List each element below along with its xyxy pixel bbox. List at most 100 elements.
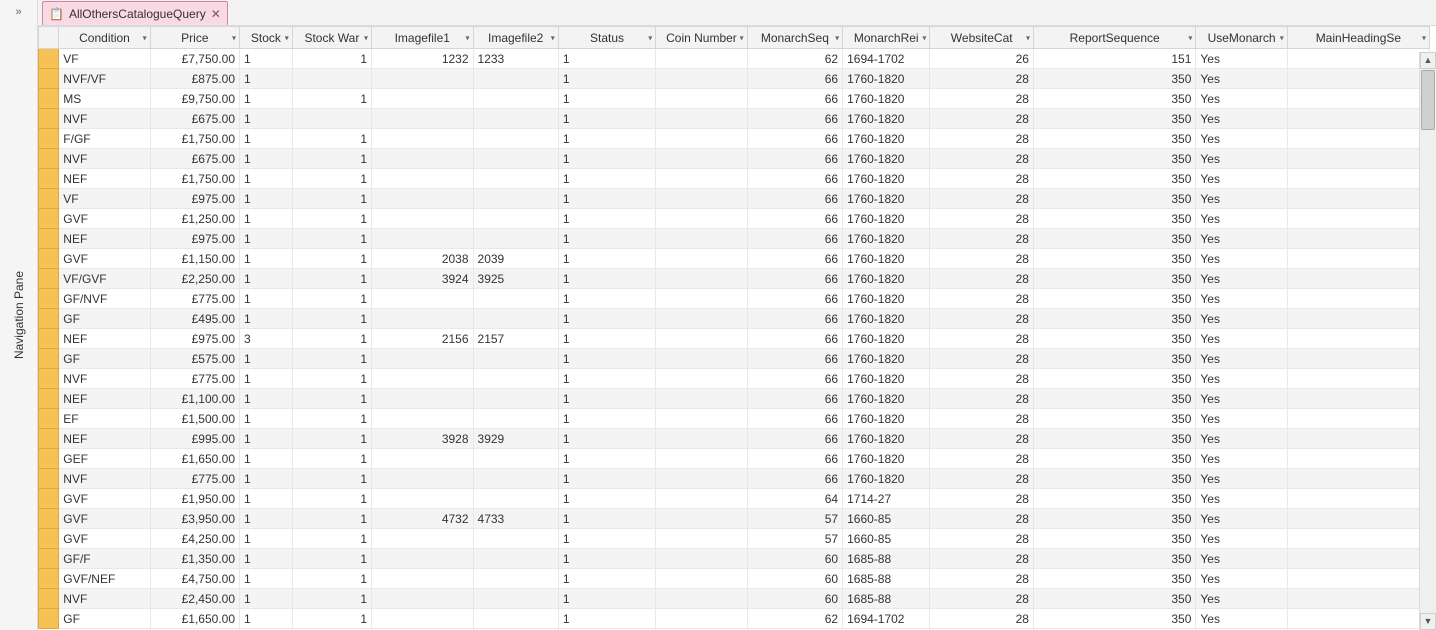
cell[interactable] xyxy=(292,69,371,89)
row-selector[interactable] xyxy=(39,149,59,169)
cell[interactable]: 350 xyxy=(1033,569,1195,589)
tab-allotherscataloguequery[interactable]: 📋 AllOthersCatalogueQuery ✕ xyxy=(42,1,228,25)
cell[interactable] xyxy=(372,69,474,89)
cell[interactable]: Yes xyxy=(1196,89,1287,109)
cell[interactable] xyxy=(1287,109,1429,129)
cell[interactable] xyxy=(473,109,558,129)
cell[interactable] xyxy=(656,589,747,609)
cell[interactable] xyxy=(1287,309,1429,329)
cell[interactable] xyxy=(372,209,474,229)
cell[interactable] xyxy=(656,209,747,229)
cell[interactable] xyxy=(656,109,747,129)
cell[interactable]: 1 xyxy=(558,389,655,409)
cell[interactable]: 1 xyxy=(292,529,371,549)
cell[interactable]: NEF xyxy=(59,429,150,449)
row-selector[interactable] xyxy=(39,469,59,489)
cell[interactable]: Yes xyxy=(1196,489,1287,509)
column-header[interactable]: Status▾ xyxy=(558,27,655,49)
table-row[interactable]: NEF£1,100.00111661760-182028350Yes xyxy=(39,389,1430,409)
cell[interactable]: 1 xyxy=(292,409,371,429)
cell[interactable] xyxy=(1287,169,1429,189)
column-header[interactable]: Condition▾ xyxy=(59,27,150,49)
cell[interactable] xyxy=(656,509,747,529)
cell[interactable]: 66 xyxy=(747,309,842,329)
cell[interactable]: 1 xyxy=(292,609,371,629)
cell[interactable]: 1 xyxy=(240,549,293,569)
cell[interactable] xyxy=(656,89,747,109)
cell[interactable]: 1 xyxy=(558,49,655,69)
cell[interactable]: 1 xyxy=(240,589,293,609)
cell[interactable]: 1760-1820 xyxy=(843,369,930,389)
cell[interactable]: 1 xyxy=(240,129,293,149)
dropdown-arrow-icon[interactable]: ▾ xyxy=(1422,33,1426,42)
cell[interactable] xyxy=(1287,589,1429,609)
column-header[interactable]: WebsiteCat▾ xyxy=(930,27,1034,49)
cell[interactable] xyxy=(372,129,474,149)
cell[interactable] xyxy=(372,349,474,369)
cell[interactable]: Yes xyxy=(1196,609,1287,629)
cell[interactable]: Yes xyxy=(1196,169,1287,189)
cell[interactable]: 1760-1820 xyxy=(843,269,930,289)
cell[interactable]: 350 xyxy=(1033,309,1195,329)
cell[interactable]: Yes xyxy=(1196,409,1287,429)
cell[interactable]: 4733 xyxy=(473,509,558,529)
cell[interactable]: £1,650.00 xyxy=(150,449,239,469)
cell[interactable] xyxy=(1287,149,1429,169)
cell[interactable]: 350 xyxy=(1033,249,1195,269)
cell[interactable] xyxy=(656,129,747,149)
table-row[interactable]: GF£1,650.00111621694-170228350Yes xyxy=(39,609,1430,629)
cell[interactable]: 350 xyxy=(1033,549,1195,569)
table-row[interactable]: GVF£1,250.00111661760-182028350Yes xyxy=(39,209,1430,229)
cell[interactable] xyxy=(1287,329,1429,349)
row-selector[interactable] xyxy=(39,169,59,189)
cell[interactable]: Yes xyxy=(1196,549,1287,569)
cell[interactable] xyxy=(372,289,474,309)
cell[interactable]: 28 xyxy=(930,209,1034,229)
cell[interactable]: 1233 xyxy=(473,49,558,69)
cell[interactable] xyxy=(1287,269,1429,289)
cell[interactable]: NVF xyxy=(59,469,150,489)
cell[interactable]: 4732 xyxy=(372,509,474,529)
table-row[interactable]: NVF£775.00111661760-182028350Yes xyxy=(39,469,1430,489)
row-selector[interactable] xyxy=(39,89,59,109)
cell[interactable]: 350 xyxy=(1033,89,1195,109)
cell[interactable]: 1760-1820 xyxy=(843,349,930,369)
cell[interactable]: Yes xyxy=(1196,209,1287,229)
cell[interactable]: 28 xyxy=(930,169,1034,189)
cell[interactable]: 1760-1820 xyxy=(843,449,930,469)
cell[interactable]: Yes xyxy=(1196,469,1287,489)
cell[interactable]: 66 xyxy=(747,469,842,489)
cell[interactable] xyxy=(473,169,558,189)
cell[interactable]: 1 xyxy=(292,549,371,569)
cell[interactable]: 66 xyxy=(747,69,842,89)
cell[interactable] xyxy=(473,369,558,389)
cell[interactable] xyxy=(372,309,474,329)
cell[interactable]: 28 xyxy=(930,289,1034,309)
cell[interactable]: 1 xyxy=(292,49,371,69)
cell[interactable]: GF xyxy=(59,609,150,629)
cell[interactable]: Yes xyxy=(1196,289,1287,309)
cell[interactable]: £7,750.00 xyxy=(150,49,239,69)
cell[interactable]: 1685-88 xyxy=(843,589,930,609)
cell[interactable] xyxy=(372,489,474,509)
cell[interactable]: 1694-1702 xyxy=(843,49,930,69)
cell[interactable] xyxy=(372,89,474,109)
cell[interactable] xyxy=(656,549,747,569)
cell[interactable]: 1 xyxy=(240,509,293,529)
cell[interactable]: 1 xyxy=(240,89,293,109)
cell[interactable]: 2038 xyxy=(372,249,474,269)
cell[interactable]: 151 xyxy=(1033,49,1195,69)
dropdown-arrow-icon[interactable]: ▾ xyxy=(232,33,236,42)
cell[interactable]: 350 xyxy=(1033,469,1195,489)
cell[interactable]: 1760-1820 xyxy=(843,229,930,249)
cell[interactable]: 1 xyxy=(558,469,655,489)
cell[interactable]: 1760-1820 xyxy=(843,69,930,89)
cell[interactable]: Yes xyxy=(1196,429,1287,449)
cell[interactable]: 350 xyxy=(1033,389,1195,409)
cell[interactable]: 2157 xyxy=(473,329,558,349)
cell[interactable]: £975.00 xyxy=(150,229,239,249)
row-selector[interactable] xyxy=(39,269,59,289)
cell[interactable]: Yes xyxy=(1196,589,1287,609)
table-row[interactable]: NVF£775.00111661760-182028350Yes xyxy=(39,369,1430,389)
cell[interactable] xyxy=(372,449,474,469)
